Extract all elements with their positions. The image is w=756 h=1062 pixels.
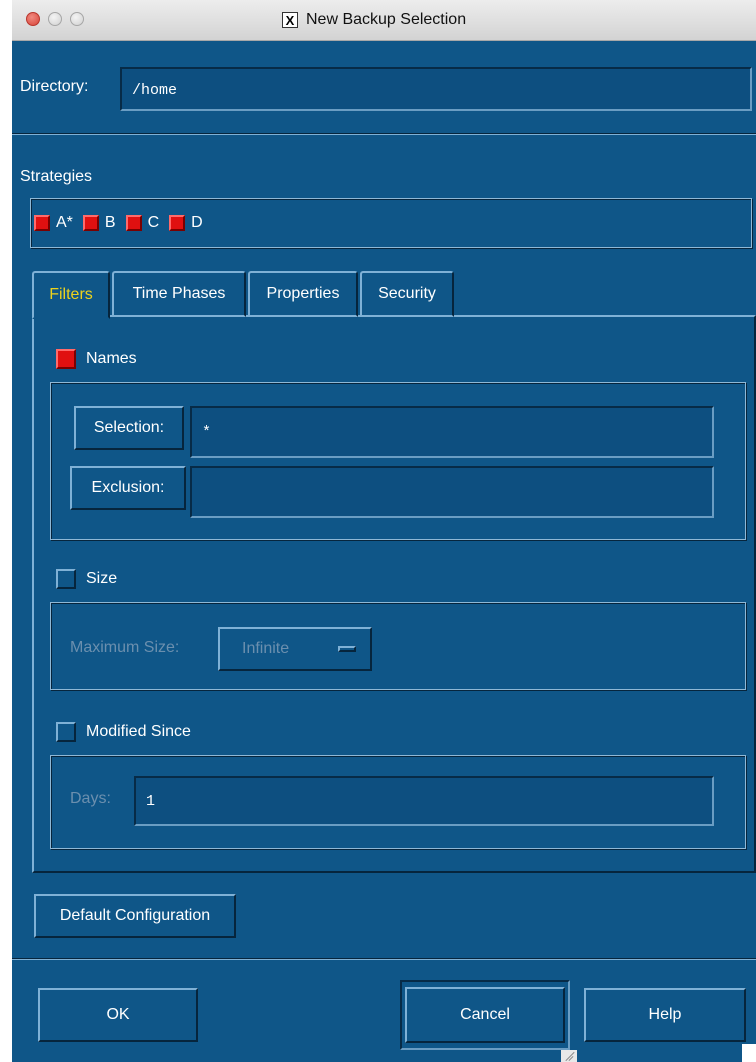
ok-button[interactable]: OK bbox=[38, 988, 198, 1042]
checkbox-checked-icon bbox=[56, 349, 76, 369]
directory-field[interactable]: /home bbox=[120, 67, 752, 111]
checkbox-checked-icon bbox=[82, 215, 99, 231]
days-field[interactable]: 1 bbox=[134, 776, 714, 826]
option-menu-indicator-icon bbox=[338, 646, 356, 652]
checkbox-unchecked-icon bbox=[56, 722, 76, 742]
names-checkbox[interactable]: Names bbox=[56, 349, 137, 369]
days-label: Days: bbox=[70, 790, 111, 807]
size-checkbox[interactable]: Size bbox=[56, 569, 117, 589]
title-wrap: X New Backup Selection bbox=[282, 10, 466, 30]
max-size-label: Maximum Size: bbox=[70, 639, 180, 656]
title-bar: X New Backup Selection bbox=[12, 0, 756, 41]
backup-selection-window: X New Backup Selection Directory: /home … bbox=[12, 0, 756, 1062]
default-configuration-button[interactable]: Default Configuration bbox=[34, 894, 236, 938]
tab-security[interactable]: Security bbox=[360, 271, 454, 317]
checkbox-checked-icon bbox=[169, 215, 186, 231]
max-size-option-menu[interactable]: Infinite bbox=[218, 627, 372, 671]
strategy-d-checkbox[interactable]: D bbox=[169, 214, 203, 232]
x11-icon: X bbox=[282, 12, 298, 28]
selection-field[interactable]: * bbox=[190, 406, 714, 458]
checkbox-checked-icon bbox=[34, 215, 50, 231]
strategies-label: Strategies bbox=[20, 168, 93, 185]
strategies-row: A* B C D bbox=[34, 214, 213, 232]
divider bbox=[12, 958, 756, 960]
names-label: Names bbox=[86, 350, 137, 367]
max-size-value: Infinite bbox=[242, 640, 290, 657]
modified-since-checkbox[interactable]: Modified Since bbox=[56, 722, 191, 742]
divider bbox=[12, 133, 756, 135]
cancel-button[interactable]: Cancel bbox=[405, 987, 565, 1043]
minimize-window-button[interactable] bbox=[48, 12, 62, 26]
help-button[interactable]: Help bbox=[584, 988, 746, 1042]
days-value: 1 bbox=[146, 792, 156, 810]
strategy-label: A* bbox=[56, 214, 73, 231]
strategy-label: B bbox=[104, 214, 116, 231]
tab-filters[interactable]: Filters bbox=[32, 271, 110, 319]
corner-fragment bbox=[742, 1044, 756, 1062]
directory-value: /home bbox=[132, 82, 178, 99]
strategy-b-checkbox[interactable]: B bbox=[82, 214, 116, 232]
checkbox-checked-icon bbox=[125, 215, 142, 231]
exclusion-button[interactable]: Exclusion: bbox=[70, 466, 186, 510]
exclusion-field[interactable] bbox=[190, 466, 714, 518]
modified-since-label: Modified Since bbox=[86, 723, 191, 740]
checkbox-unchecked-icon bbox=[56, 569, 76, 589]
strategy-label: C bbox=[147, 214, 160, 231]
strategy-a-checkbox[interactable]: A* bbox=[34, 214, 73, 232]
close-window-button[interactable] bbox=[26, 12, 40, 26]
resize-grip-icon[interactable] bbox=[561, 1050, 577, 1062]
window-title: New Backup Selection bbox=[306, 11, 467, 28]
directory-label: Directory: bbox=[20, 78, 89, 95]
tab-time-phases[interactable]: Time Phases bbox=[112, 271, 246, 317]
size-label: Size bbox=[86, 570, 118, 587]
strategy-label: D bbox=[191, 214, 203, 231]
zoom-window-button[interactable] bbox=[70, 12, 84, 26]
tab-properties[interactable]: Properties bbox=[248, 271, 358, 317]
strategy-c-checkbox[interactable]: C bbox=[125, 214, 160, 232]
selection-value: * bbox=[202, 423, 212, 441]
selection-button[interactable]: Selection: bbox=[74, 406, 184, 450]
